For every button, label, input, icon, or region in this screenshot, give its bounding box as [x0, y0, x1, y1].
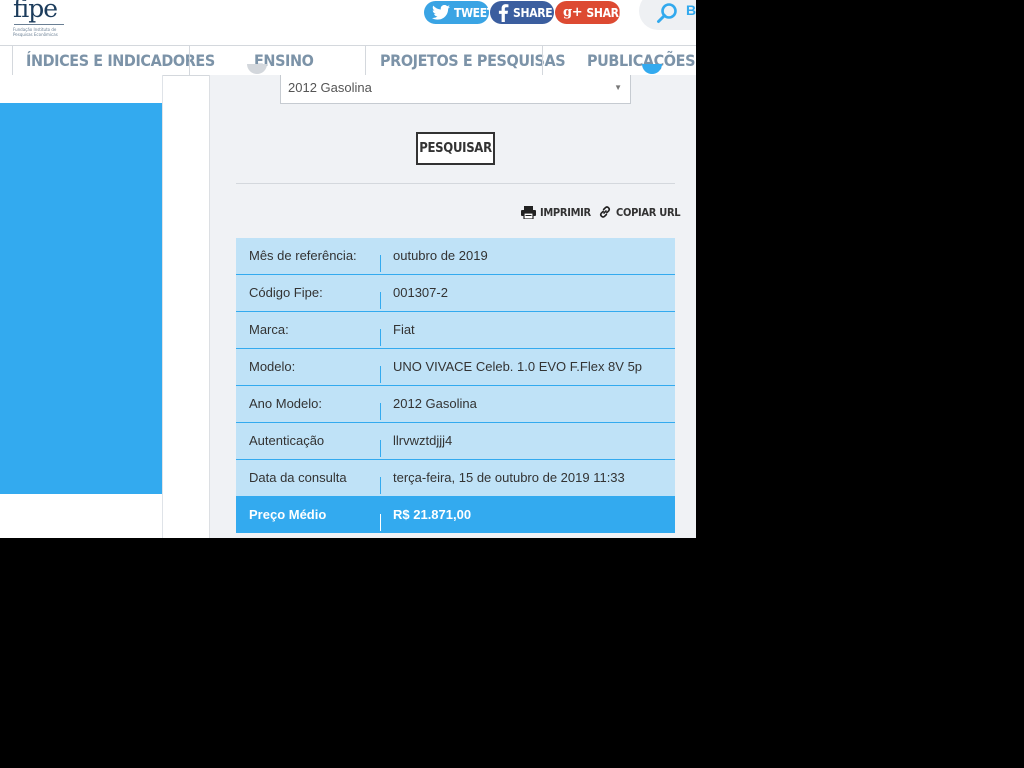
row-key: Autenticação [249, 433, 325, 448]
tweet-button[interactable]: TWEET [424, 1, 494, 24]
table-row: Autenticação llrvwztdjjj4 [236, 423, 675, 460]
row-key: Data da consulta [249, 470, 347, 485]
twitter-icon [432, 5, 450, 20]
result-table: Mês de referência: outubro de 2019 Códig… [236, 238, 675, 533]
nav-separator [189, 46, 190, 75]
row-value: llrvwztdjjj4 [393, 433, 453, 448]
row-key: Ano Modelo: [249, 396, 322, 411]
google-plus-icon: g+ [563, 5, 583, 20]
row-key: Modelo: [249, 359, 296, 374]
price-row: Preço Médio R$ 21.871,00 [236, 497, 675, 533]
row-key: Mês de referência: [249, 248, 357, 263]
nav-separator [365, 46, 366, 75]
row-key: Código Fipe: [249, 285, 323, 300]
pesquisar-button[interactable]: PESQUISAR [416, 132, 495, 165]
price-key: Preço Médio [249, 507, 327, 522]
logo-rule [14, 24, 64, 25]
row-value: terça-feira, 15 de outubro de 2019 11:33 [393, 470, 625, 485]
table-row: Marca: Fiat [236, 312, 675, 349]
fipe-logo[interactable]: fipe Fundação Instituto de Pesquisas Eco… [13, 0, 67, 40]
table-row: Data da consulta terça-feira, 15 de outu… [236, 460, 675, 497]
row-value: 2012 Gasolina [393, 396, 477, 411]
facebook-icon [498, 3, 509, 22]
logo-wordmark: fipe [13, 0, 58, 23]
facebook-share-button[interactable]: SHARE [490, 1, 554, 24]
row-key: Marca: [249, 322, 289, 337]
tweet-label: TWEET [454, 5, 494, 20]
table-row: Código Fipe: 001307-2 [236, 275, 675, 312]
main-nav: ÍNDICES E INDICADORES ENSINO PROJETOS E … [0, 45, 696, 76]
search-icon [657, 3, 677, 23]
print-label: IMPRIMIR [540, 205, 591, 219]
copy-url-button[interactable]: COPIAR URL [598, 204, 681, 220]
browser-viewport: fipe Fundação Instituto de Pesquisas Eco… [0, 0, 696, 538]
nav-separator [12, 46, 13, 75]
nav-separator [542, 46, 543, 75]
row-divider [380, 255, 381, 272]
print-button[interactable]: IMPRIMIR [521, 204, 591, 220]
row-divider [380, 292, 381, 309]
table-row: Modelo: UNO VIVACE Celeb. 1.0 EVO F.Flex… [236, 349, 675, 386]
link-icon [600, 206, 610, 218]
row-divider [380, 440, 381, 457]
logo-subtitle-line2: Pesquisas Econômicas [13, 32, 58, 37]
google-plus-share-label: SHARE [586, 5, 626, 20]
search-label: B [686, 2, 696, 18]
google-plus-share-button[interactable]: g+ SHARE [555, 1, 626, 24]
blue-side-panel [0, 103, 162, 494]
dropdown-arrow-icon: ▼ [614, 83, 622, 92]
table-row: Mês de referência: outubro de 2019 [236, 238, 675, 275]
divider [236, 183, 675, 184]
ano-modelo-select-value: 2012 Gasolina [288, 80, 372, 95]
row-divider [380, 514, 381, 531]
row-value: UNO VIVACE Celeb. 1.0 EVO F.Flex 8V 5p [393, 359, 643, 374]
row-divider [380, 329, 381, 346]
step-marker-right [642, 64, 662, 76]
row-value: 001307-2 [393, 285, 448, 300]
row-divider [380, 366, 381, 383]
nav-item-indices[interactable]: ÍNDICES E INDICADORES [26, 46, 215, 75]
search-box[interactable]: B [639, 0, 696, 30]
printer-icon [521, 205, 536, 219]
row-divider [380, 403, 381, 420]
row-divider [380, 477, 381, 494]
row-value: Fiat [393, 322, 415, 337]
row-value: outubro de 2019 [393, 248, 488, 263]
ano-modelo-select[interactable]: 2012 Gasolina ▼ [280, 75, 631, 104]
copy-url-label: COPIAR URL [616, 205, 681, 219]
table-row: Ano Modelo: 2012 Gasolina [236, 386, 675, 423]
step-marker-left [247, 64, 267, 76]
nav-item-projetos[interactable]: PROJETOS E PESQUISAS [380, 46, 566, 75]
facebook-share-label: SHARE [513, 5, 553, 20]
column-divider [162, 75, 163, 538]
price-value: R$ 21.871,00 [393, 507, 472, 522]
